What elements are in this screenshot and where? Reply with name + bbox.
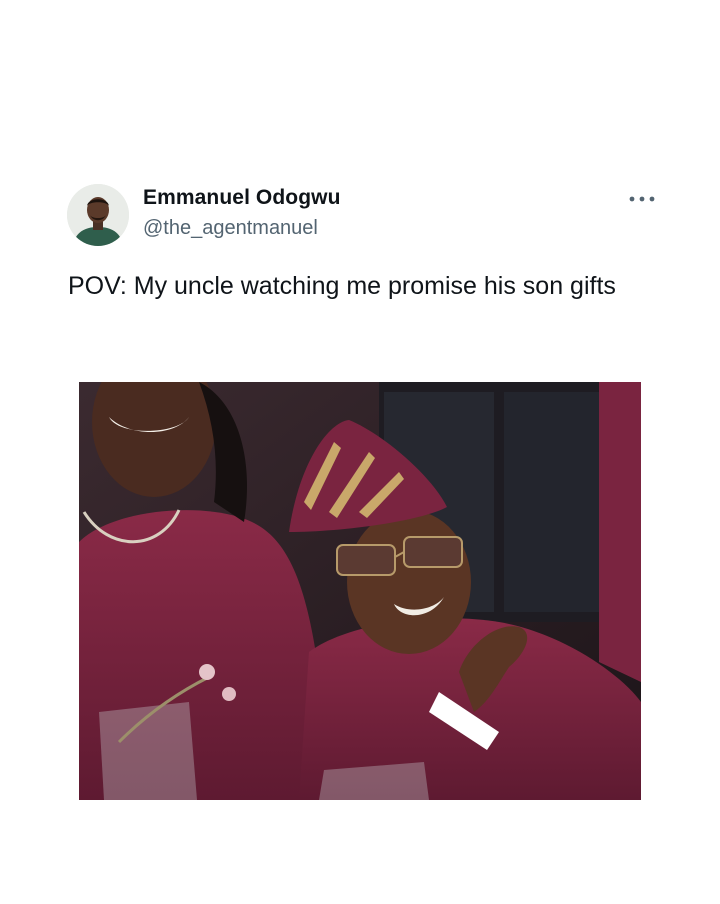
- more-options-button[interactable]: [624, 188, 660, 210]
- ellipsis-icon: [629, 196, 655, 202]
- tweet-card: Emmanuel Odogwu @the_agentmanuel POV: My…: [0, 0, 720, 904]
- author-block: Emmanuel Odogwu @the_agentmanuel: [143, 184, 341, 243]
- tweet-media-photo[interactable]: [79, 382, 641, 800]
- author-display-name[interactable]: Emmanuel Odogwu: [143, 184, 341, 212]
- author-handle[interactable]: @the_agentmanuel: [143, 213, 341, 243]
- author-avatar[interactable]: [67, 184, 129, 246]
- photo-illustration: [79, 382, 641, 800]
- tweet-text: POV: My uncle watching me promise his so…: [68, 272, 616, 300]
- avatar-photo: [67, 184, 129, 246]
